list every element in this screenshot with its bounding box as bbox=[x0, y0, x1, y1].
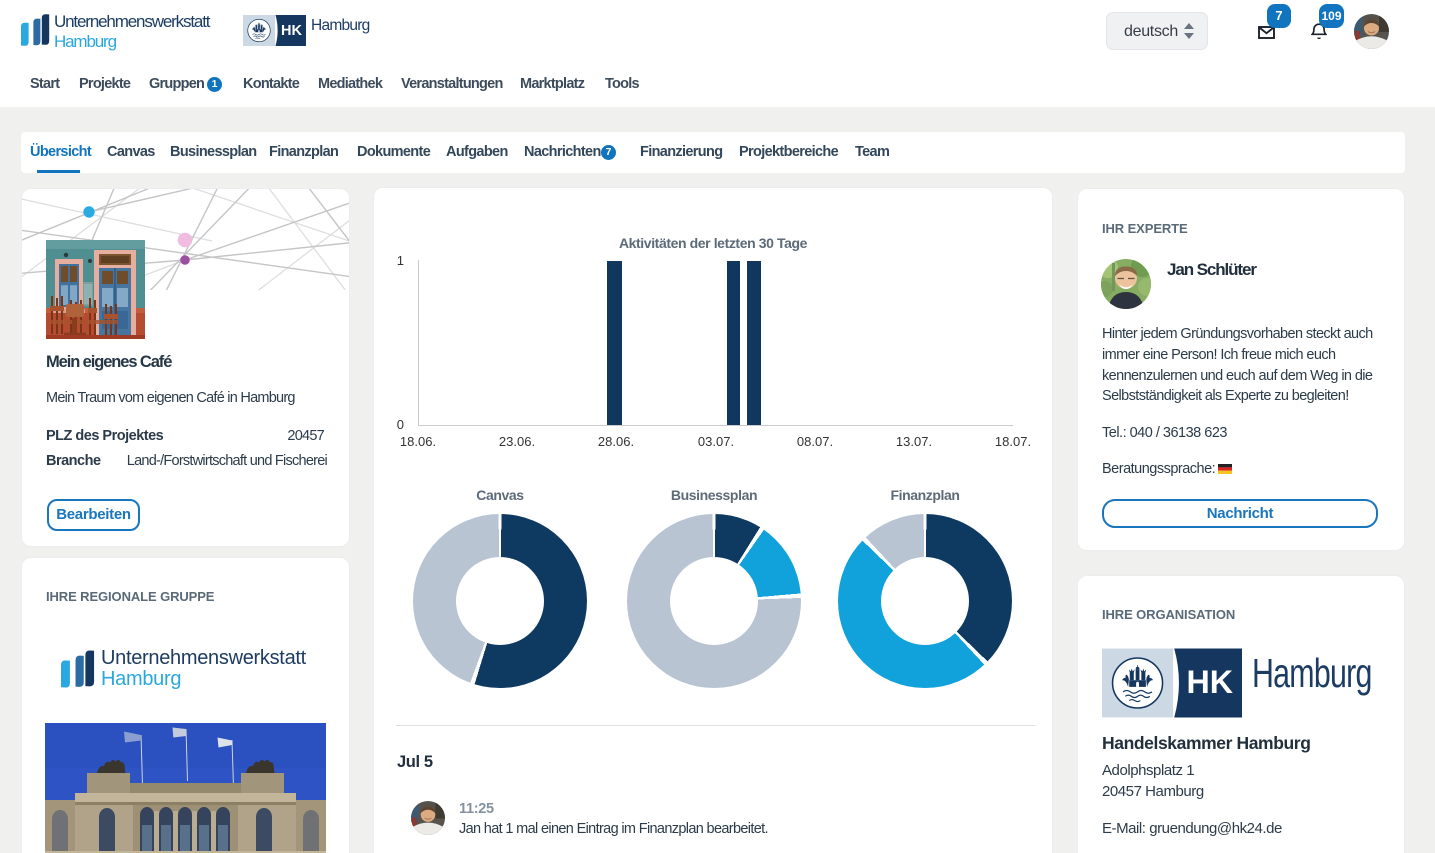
svg-text:HK: HK bbox=[1187, 664, 1234, 700]
svg-text:HK: HK bbox=[281, 23, 302, 39]
